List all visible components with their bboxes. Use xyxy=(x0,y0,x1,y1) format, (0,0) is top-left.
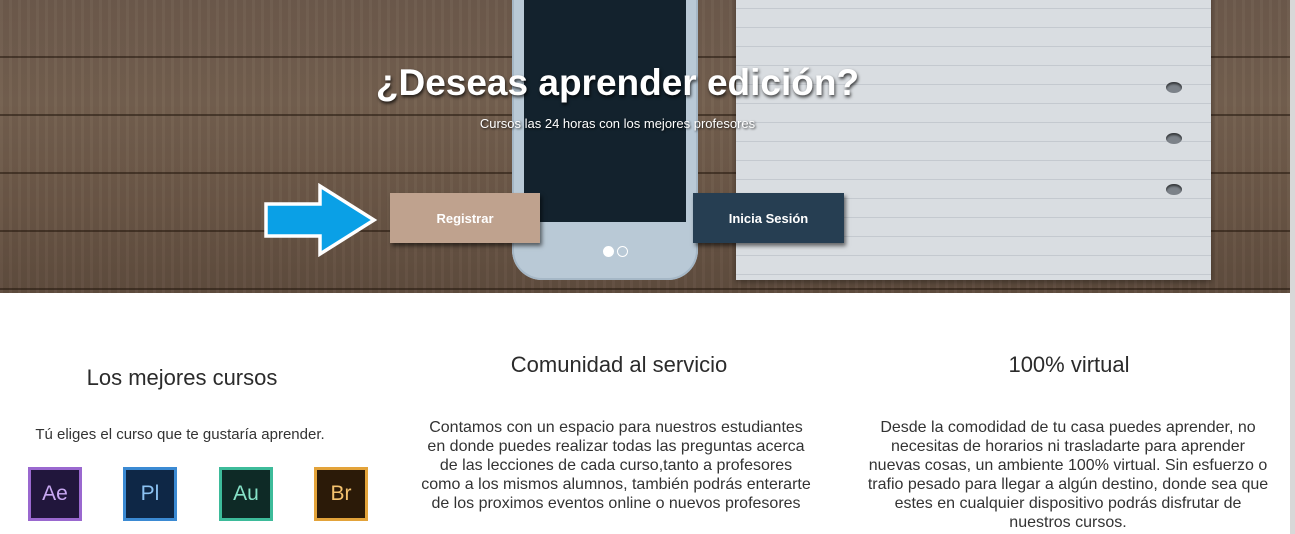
feature-text: Desde la comodidad de tu casa puedes apr… xyxy=(867,419,1269,531)
feature-title: Comunidad al servicio xyxy=(510,352,728,377)
feature-text: Tú eliges el curso que te gustaría apren… xyxy=(35,426,325,443)
carousel-indicators xyxy=(603,246,628,257)
bridge-icon[interactable]: Br xyxy=(314,467,368,521)
audition-icon[interactable]: Au xyxy=(219,467,273,521)
notebook-hole xyxy=(1166,133,1182,144)
login-button[interactable]: Inicia Sesión xyxy=(693,193,844,243)
notebook-hole xyxy=(1166,184,1182,195)
scrollbar-track xyxy=(1290,0,1295,534)
arrow-right-icon xyxy=(264,183,378,257)
after-effects-icon[interactable]: Ae xyxy=(28,467,82,521)
feature-title: Los mejores cursos xyxy=(86,365,278,390)
carousel-dot-1[interactable] xyxy=(603,246,614,257)
hero-title: ¿Deseas aprender edición? xyxy=(375,62,860,103)
hero-subtitle: Cursos las 24 horas con los mejores prof… xyxy=(479,116,756,131)
phone-screen xyxy=(524,0,686,222)
register-button[interactable]: Registrar xyxy=(390,193,540,243)
prelude-icon[interactable]: Pl xyxy=(123,467,177,521)
feature-text: Contamos con un espacio para nuestros es… xyxy=(421,419,811,512)
hero-banner: ¿Deseas aprender edición? Cursos las 24 … xyxy=(0,0,1290,293)
feature-title: 100% virtual xyxy=(1008,352,1130,377)
carousel-dot-2[interactable] xyxy=(617,246,628,257)
